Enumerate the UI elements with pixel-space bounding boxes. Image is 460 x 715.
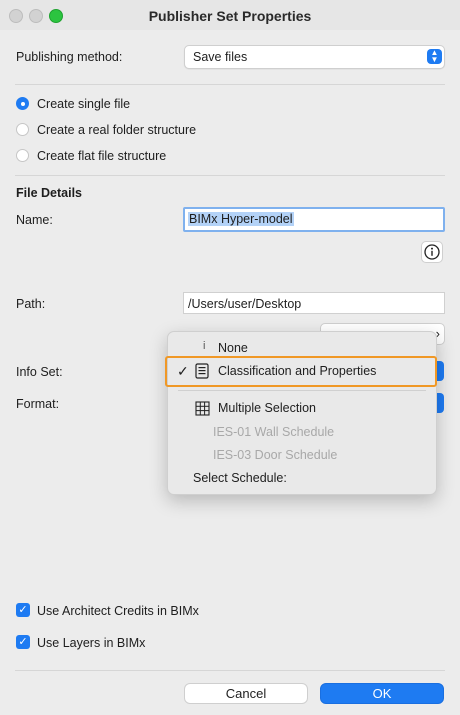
path-input-value: /Users/user/Desktop xyxy=(188,297,302,311)
select-stepper-icon: ▲ ▼ xyxy=(427,49,442,64)
divider xyxy=(15,175,445,176)
divider xyxy=(15,670,445,671)
publishing-method-label: Publishing method: xyxy=(16,50,123,64)
publishing-method-value: Save files xyxy=(193,50,248,64)
checkmark-icon: ✓ xyxy=(177,363,189,379)
radio-flat-structure[interactable] xyxy=(16,149,29,162)
info-set-label: Info Set: xyxy=(16,365,63,379)
radio-real-folder-label[interactable]: Create a real folder structure xyxy=(37,123,196,137)
divider xyxy=(15,84,445,85)
menu-item-ies03-door-schedule: IES-03 Door Schedule xyxy=(213,448,338,462)
menu-item-none-label: None xyxy=(218,341,248,355)
architect-credits-checkbox[interactable]: ✓ xyxy=(16,603,30,617)
name-input[interactable]: BIMx Hyper-model xyxy=(183,207,445,232)
menu-item-none[interactable]: i None xyxy=(168,338,436,358)
menu-item-multiple-selection[interactable]: Multiple Selection xyxy=(168,398,436,418)
menu-separator xyxy=(178,390,426,391)
menu-item-classification-label: Classification and Properties xyxy=(218,364,377,378)
info-button[interactable] xyxy=(421,241,443,263)
info-glyph-icon: i xyxy=(203,340,206,352)
layers-checkbox[interactable]: ✓ xyxy=(16,635,30,649)
ok-button[interactable]: OK xyxy=(320,683,444,704)
info-set-dropdown-menu: i None ✓ Classification and Properties M… xyxy=(165,331,437,495)
radio-single-file[interactable] xyxy=(16,97,29,110)
file-details-heading: File Details xyxy=(16,186,82,200)
format-label: Format: xyxy=(16,397,60,411)
menu-item-multiple-selection-label: Multiple Selection xyxy=(218,401,316,415)
cancel-button[interactable]: Cancel xyxy=(184,683,308,704)
radio-single-file-label[interactable]: Create single file xyxy=(37,97,130,111)
layers-label[interactable]: Use Layers in BIMx xyxy=(37,636,145,650)
architect-credits-label[interactable]: Use Architect Credits in BIMx xyxy=(37,604,199,618)
menu-item-ies01-wall-schedule: IES-01 Wall Schedule xyxy=(213,425,335,439)
menu-item-select-schedule[interactable]: Select Schedule: xyxy=(193,471,287,485)
grid-table-icon xyxy=(195,401,210,416)
path-label: Path: xyxy=(16,297,46,311)
radio-real-folder[interactable] xyxy=(16,123,29,136)
radio-flat-structure-label[interactable]: Create flat file structure xyxy=(37,149,166,163)
name-input-value: BIMx Hyper-model xyxy=(188,212,294,226)
publishing-method-select[interactable]: Save files ▲ ▼ xyxy=(184,45,445,69)
menu-item-classification[interactable]: ✓ Classification and Properties xyxy=(168,360,436,382)
path-input[interactable]: /Users/user/Desktop xyxy=(183,292,445,314)
window-title: Publisher Set Properties xyxy=(148,8,312,24)
info-circle-icon xyxy=(424,244,440,260)
name-label: Name: xyxy=(16,213,53,227)
document-list-icon xyxy=(195,363,209,379)
